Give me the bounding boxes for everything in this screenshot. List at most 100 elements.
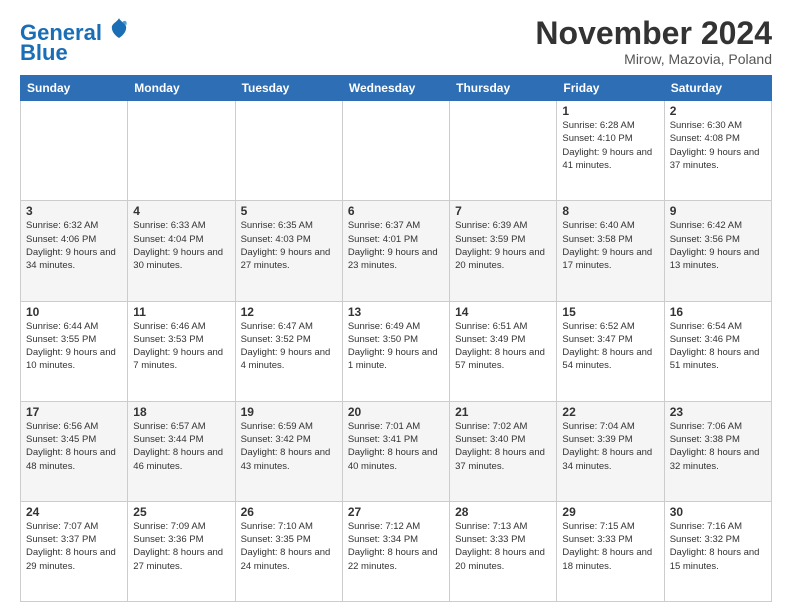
day-info: Sunrise: 6:56 AM Sunset: 3:45 PM Dayligh… <box>26 421 116 472</box>
calendar-day-cell: 3 Sunrise: 6:32 AM Sunset: 4:06 PM Daylig… <box>21 201 128 301</box>
calendar-week-row: 24 Sunrise: 7:07 AM Sunset: 3:37 PM Dayli… <box>21 501 772 601</box>
calendar-day-cell: 27 Sunrise: 7:12 AM Sunset: 3:34 PM Dayli… <box>342 501 449 601</box>
day-info: Sunrise: 6:59 AM Sunset: 3:42 PM Dayligh… <box>241 421 331 472</box>
day-number: 19 <box>241 405 337 419</box>
day-info: Sunrise: 7:09 AM Sunset: 3:36 PM Dayligh… <box>133 521 223 572</box>
calendar-day-cell: 29Sunrise: 7:15 AM Sunset: 3:33 PM Dayli… <box>557 501 664 601</box>
day-number: 7 <box>455 204 551 218</box>
calendar-day-header: Friday <box>557 76 664 101</box>
day-info: Sunrise: 6:44 AM Sunset: 3:55 PM Dayligh… <box>26 321 116 372</box>
day-info: Sunrise: 7:04 AM Sunset: 3:39 PM Dayligh… <box>562 421 652 472</box>
calendar-day-cell: 20 Sunrise: 7:01 AM Sunset: 3:41 PM Dayli… <box>342 401 449 501</box>
calendar-day-cell <box>235 101 342 201</box>
calendar-day-cell: 22 Sunrise: 7:04 AM Sunset: 3:39 PM Dayli… <box>557 401 664 501</box>
day-number: 1 <box>562 104 658 118</box>
calendar-day-cell: 7 Sunrise: 6:39 AM Sunset: 3:59 PM Daylig… <box>450 201 557 301</box>
calendar-day-cell <box>450 101 557 201</box>
day-number: 14 <box>455 305 551 319</box>
calendar-day-cell: 6 Sunrise: 6:37 AM Sunset: 4:01 PM Daylig… <box>342 201 449 301</box>
calendar-day-header: Sunday <box>21 76 128 101</box>
day-number: 29 <box>562 505 658 519</box>
day-number: 16 <box>670 305 766 319</box>
day-info: Sunrise: 7:12 AM Sunset: 3:34 PM Dayligh… <box>348 521 438 572</box>
day-info: Sunrise: 6:49 AM Sunset: 3:50 PM Dayligh… <box>348 321 438 372</box>
calendar-day-cell: 18 Sunrise: 6:57 AM Sunset: 3:44 PM Dayli… <box>128 401 235 501</box>
calendar-day-cell: 4 Sunrise: 6:33 AM Sunset: 4:04 PM Daylig… <box>128 201 235 301</box>
calendar-day-cell: 11 Sunrise: 6:46 AM Sunset: 3:53 PM Dayli… <box>128 301 235 401</box>
day-number: 9 <box>670 204 766 218</box>
calendar-day-cell: 5 Sunrise: 6:35 AM Sunset: 4:03 PM Daylig… <box>235 201 342 301</box>
calendar-day-cell: 13 Sunrise: 6:49 AM Sunset: 3:50 PM Dayli… <box>342 301 449 401</box>
day-info: Sunrise: 6:40 AM Sunset: 3:58 PM Dayligh… <box>562 220 652 271</box>
day-info: Sunrise: 6:46 AM Sunset: 3:53 PM Dayligh… <box>133 321 223 372</box>
calendar-day-cell <box>342 101 449 201</box>
calendar-day-cell: 26Sunrise: 7:10 AM Sunset: 3:35 PM Dayli… <box>235 501 342 601</box>
day-number: 3 <box>26 204 122 218</box>
day-number: 18 <box>133 405 229 419</box>
day-number: 25 <box>133 505 229 519</box>
day-number: 6 <box>348 204 444 218</box>
day-number: 11 <box>133 305 229 319</box>
calendar-day-cell: 21Sunrise: 7:02 AM Sunset: 3:40 PM Dayli… <box>450 401 557 501</box>
day-info: Sunrise: 6:54 AM Sunset: 3:46 PM Dayligh… <box>670 321 760 372</box>
day-info: Sunrise: 6:39 AM Sunset: 3:59 PM Dayligh… <box>455 220 545 271</box>
day-info: Sunrise: 7:07 AM Sunset: 3:37 PM Dayligh… <box>26 521 116 572</box>
calendar-day-cell: 1 Sunrise: 6:28 AM Sunset: 4:10 PM Daylig… <box>557 101 664 201</box>
day-info: Sunrise: 6:32 AM Sunset: 4:06 PM Dayligh… <box>26 220 116 271</box>
day-number: 4 <box>133 204 229 218</box>
day-number: 10 <box>26 305 122 319</box>
day-number: 23 <box>670 405 766 419</box>
calendar-day-cell: 25 Sunrise: 7:09 AM Sunset: 3:36 PM Dayli… <box>128 501 235 601</box>
day-number: 30 <box>670 505 766 519</box>
title-block: November 2024 Mirow, Mazovia, Poland <box>535 16 772 67</box>
calendar-day-header: Monday <box>128 76 235 101</box>
page: General Blue November 2024 Mirow, Mazovi… <box>0 0 792 612</box>
day-info: Sunrise: 6:57 AM Sunset: 3:44 PM Dayligh… <box>133 421 223 472</box>
day-number: 26 <box>241 505 337 519</box>
day-number: 8 <box>562 204 658 218</box>
day-number: 17 <box>26 405 122 419</box>
month-title: November 2024 <box>535 16 772 51</box>
day-info: Sunrise: 6:30 AM Sunset: 4:08 PM Dayligh… <box>670 120 760 171</box>
calendar-day-cell: 15Sunrise: 6:52 AM Sunset: 3:47 PM Dayli… <box>557 301 664 401</box>
day-number: 28 <box>455 505 551 519</box>
calendar-day-cell: 24 Sunrise: 7:07 AM Sunset: 3:37 PM Dayli… <box>21 501 128 601</box>
calendar-header-row: SundayMondayTuesdayWednesdayThursdayFrid… <box>21 76 772 101</box>
calendar-day-cell: 8 Sunrise: 6:40 AM Sunset: 3:58 PM Daylig… <box>557 201 664 301</box>
day-info: Sunrise: 6:47 AM Sunset: 3:52 PM Dayligh… <box>241 321 331 372</box>
day-info: Sunrise: 6:51 AM Sunset: 3:49 PM Dayligh… <box>455 321 545 372</box>
calendar-day-cell: 17 Sunrise: 6:56 AM Sunset: 3:45 PM Dayli… <box>21 401 128 501</box>
day-number: 27 <box>348 505 444 519</box>
calendar-day-header: Thursday <box>450 76 557 101</box>
calendar-day-cell: 2 Sunrise: 6:30 AM Sunset: 4:08 PM Daylig… <box>664 101 771 201</box>
day-number: 21 <box>455 405 551 419</box>
calendar-day-header: Tuesday <box>235 76 342 101</box>
calendar-day-header: Wednesday <box>342 76 449 101</box>
calendar-week-row: 1 Sunrise: 6:28 AM Sunset: 4:10 PM Daylig… <box>21 101 772 201</box>
calendar-day-cell: 9 Sunrise: 6:42 AM Sunset: 3:56 PM Daylig… <box>664 201 771 301</box>
day-info: Sunrise: 6:42 AM Sunset: 3:56 PM Dayligh… <box>670 220 760 271</box>
calendar-week-row: 3 Sunrise: 6:32 AM Sunset: 4:06 PM Daylig… <box>21 201 772 301</box>
calendar-day-cell: 16 Sunrise: 6:54 AM Sunset: 3:46 PM Dayli… <box>664 301 771 401</box>
day-number: 22 <box>562 405 658 419</box>
header: General Blue November 2024 Mirow, Mazovi… <box>20 16 772 67</box>
calendar-day-cell: 19 Sunrise: 6:59 AM Sunset: 3:42 PM Dayli… <box>235 401 342 501</box>
day-info: Sunrise: 7:13 AM Sunset: 3:33 PM Dayligh… <box>455 521 545 572</box>
day-info: Sunrise: 7:06 AM Sunset: 3:38 PM Dayligh… <box>670 421 760 472</box>
day-number: 5 <box>241 204 337 218</box>
day-number: 20 <box>348 405 444 419</box>
day-info: Sunrise: 7:16 AM Sunset: 3:32 PM Dayligh… <box>670 521 760 572</box>
day-info: Sunrise: 6:33 AM Sunset: 4:04 PM Dayligh… <box>133 220 223 271</box>
calendar-week-row: 10 Sunrise: 6:44 AM Sunset: 3:55 PM Dayli… <box>21 301 772 401</box>
day-number: 13 <box>348 305 444 319</box>
day-info: Sunrise: 7:01 AM Sunset: 3:41 PM Dayligh… <box>348 421 438 472</box>
day-info: Sunrise: 6:37 AM Sunset: 4:01 PM Dayligh… <box>348 220 438 271</box>
day-number: 15 <box>562 305 658 319</box>
calendar-day-cell: 30 Sunrise: 7:16 AM Sunset: 3:32 PM Dayli… <box>664 501 771 601</box>
day-info: Sunrise: 6:28 AM Sunset: 4:10 PM Dayligh… <box>562 120 652 171</box>
day-number: 2 <box>670 104 766 118</box>
calendar-day-cell: 23 Sunrise: 7:06 AM Sunset: 3:38 PM Dayli… <box>664 401 771 501</box>
day-number: 24 <box>26 505 122 519</box>
calendar-day-cell: 10 Sunrise: 6:44 AM Sunset: 3:55 PM Dayli… <box>21 301 128 401</box>
day-info: Sunrise: 6:35 AM Sunset: 4:03 PM Dayligh… <box>241 220 331 271</box>
